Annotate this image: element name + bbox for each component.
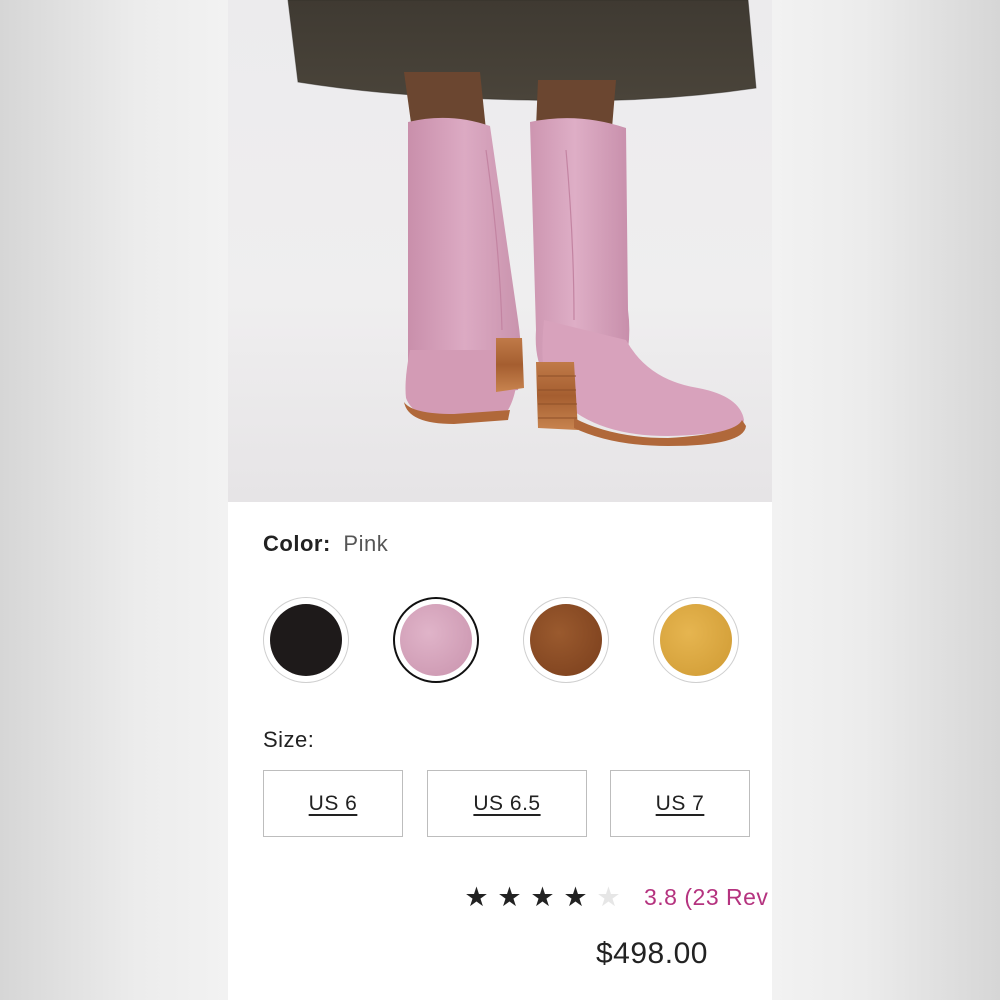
size-button-label: US 7 — [655, 791, 705, 815]
swatch-brown[interactable] — [523, 597, 609, 683]
star-icon: ★ — [530, 881, 555, 912]
swatch-black[interactable] — [263, 597, 349, 683]
swatch-pink-fill — [400, 604, 472, 676]
star-icon: ★ — [464, 881, 489, 912]
background-right — [772, 0, 1000, 1000]
product-price: $498.00 — [596, 937, 708, 970]
swatch-pink[interactable] — [393, 597, 479, 683]
rating-summary[interactable]: ★ ★ ★ ★ ★ 3.8 (23 Rev — [460, 880, 768, 914]
star-empty-icon: ★ — [596, 881, 621, 912]
size-button-label: US 6 — [308, 791, 358, 815]
swatch-brown-fill — [530, 604, 602, 676]
swatch-tan[interactable] — [653, 597, 739, 683]
size-button-us-7[interactable]: US 7 — [610, 770, 750, 837]
color-label: Color: — [263, 531, 331, 556]
size-button-us-6-5[interactable]: US 6.5 — [427, 770, 587, 837]
selected-color-value: Pink — [343, 531, 389, 556]
background-left — [0, 0, 228, 1000]
swatch-tan-fill — [660, 604, 732, 676]
product-image — [228, 0, 772, 502]
product-page: Color: Pink Size: US 6 US 6.5 US 7 ★ ★ ★… — [228, 0, 772, 1000]
rating-reviews-link[interactable]: 3.8 (23 Rev — [644, 884, 768, 911]
star-icon: ★ — [563, 881, 588, 912]
size-label: Size: — [263, 727, 315, 752]
swatch-black-fill — [270, 604, 342, 676]
color-selection-label: Color: Pink — [263, 531, 388, 557]
star-icon: ★ — [497, 881, 522, 912]
size-button-us-6[interactable]: US 6 — [263, 770, 403, 837]
size-button-label: US 6.5 — [473, 791, 541, 815]
